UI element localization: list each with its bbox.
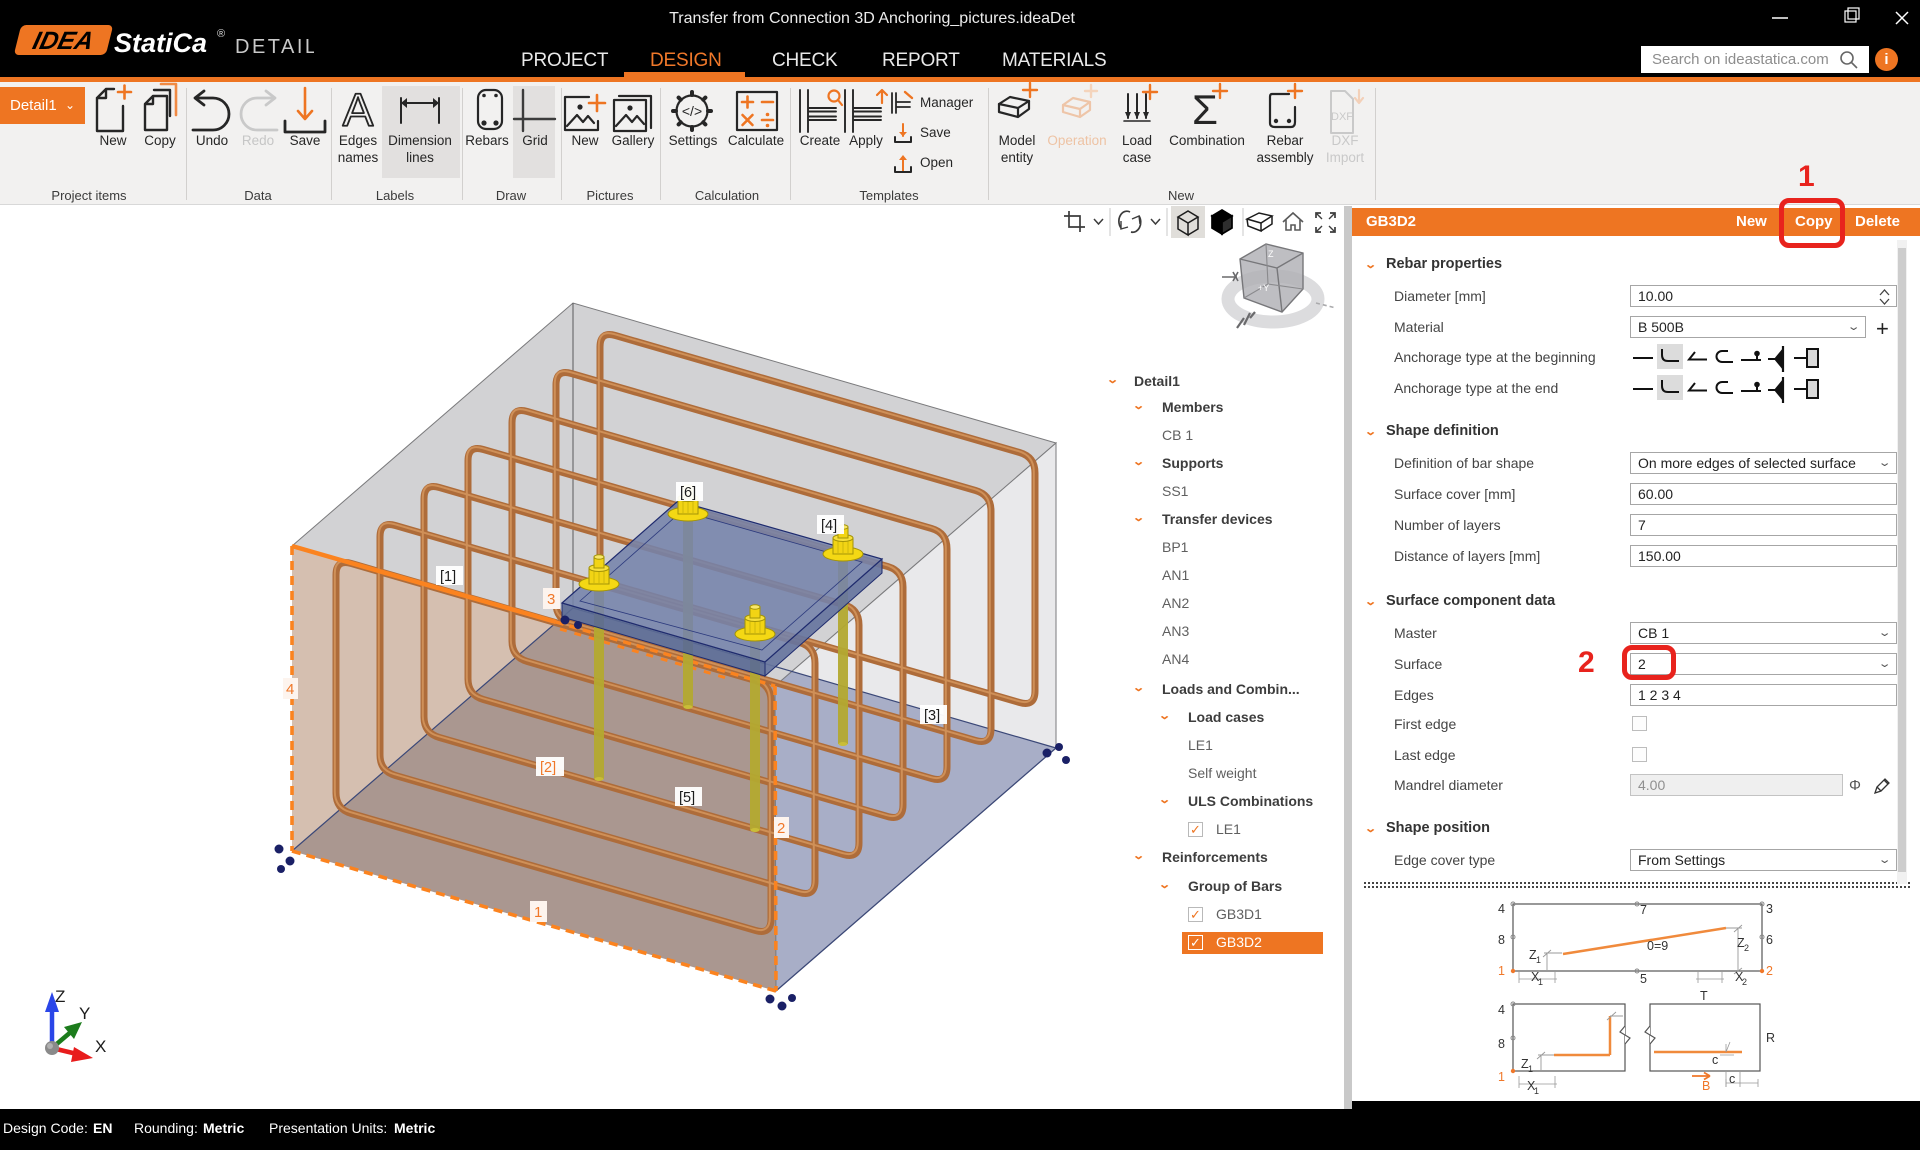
svg-text:5: 5 [1640, 972, 1647, 986]
svg-text:Y: Y [79, 1004, 90, 1023]
svg-text:1: 1 [1498, 964, 1505, 978]
svg-text:4: 4 [1498, 1003, 1505, 1017]
svg-text:X: X [95, 1037, 106, 1056]
svg-text:Z: Z [55, 987, 65, 1006]
svg-text:+Y: +Y [1258, 283, 1269, 293]
svg-text:1: 1 [1528, 1064, 1533, 1074]
svg-text:[1]: [1] [440, 569, 456, 585]
svg-text:8: 8 [1498, 1037, 1505, 1051]
svg-text:3: 3 [547, 591, 555, 608]
svg-text:8: 8 [1498, 933, 1505, 947]
svg-text:B: B [1702, 1079, 1710, 1093]
svg-text:4: 4 [1498, 902, 1505, 916]
svg-text:2: 2 [1744, 943, 1749, 953]
svg-text:4: 4 [286, 681, 294, 698]
svg-text:3: 3 [1766, 902, 1773, 916]
svg-text:c: c [1729, 1072, 1735, 1086]
svg-text:1: 1 [1536, 955, 1541, 965]
svg-text:1: 1 [1498, 1070, 1505, 1084]
svg-text:1: 1 [534, 904, 542, 921]
svg-text:T: T [1700, 989, 1708, 1003]
svg-text:6: 6 [1766, 933, 1773, 947]
svg-text:[4]: [4] [821, 518, 837, 534]
svg-text:2: 2 [1766, 964, 1773, 978]
svg-text:[2]: [2] [540, 760, 556, 776]
svg-text:[5]: [5] [679, 790, 695, 806]
svg-text:[6]: [6] [680, 485, 696, 501]
svg-text:1: 1 [1538, 977, 1543, 987]
svg-text:R: R [1766, 1031, 1775, 1045]
svg-text:2: 2 [1742, 977, 1747, 987]
svg-text:0=9: 0=9 [1647, 939, 1668, 953]
svg-text:[3]: [3] [924, 708, 940, 724]
svg-text:1: 1 [1534, 1086, 1539, 1096]
svg-text:2: 2 [777, 820, 785, 837]
svg-text:Z: Z [1268, 249, 1274, 259]
svg-text:7: 7 [1640, 903, 1647, 917]
svg-text:c: c [1712, 1053, 1718, 1067]
